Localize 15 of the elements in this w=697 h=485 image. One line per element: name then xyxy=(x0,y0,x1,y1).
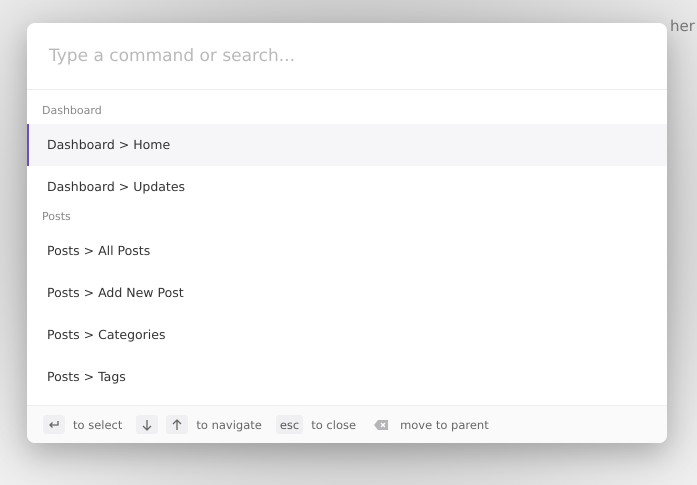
command-item[interactable]: Posts > Tags xyxy=(27,356,667,398)
command-item[interactable]: Posts > Add New Post xyxy=(27,272,667,314)
hint-text: move to parent xyxy=(400,418,489,432)
background-text: her xyxy=(670,17,695,35)
command-item[interactable]: Dashboard > Home xyxy=(27,124,667,166)
hint-text: to navigate xyxy=(196,418,262,432)
group-heading: Posts xyxy=(41,209,72,225)
enter-key-icon xyxy=(43,415,65,434)
key-hint: esc xyxy=(276,415,304,434)
command-item[interactable]: Posts > Categories xyxy=(27,314,667,356)
hint-text: to close xyxy=(311,418,356,432)
hint-text: to select xyxy=(73,418,122,432)
group-heading: Dashboard xyxy=(41,103,103,119)
command-item[interactable]: Dashboard > Updates xyxy=(27,166,667,208)
command-item[interactable]: Posts > All Posts xyxy=(27,230,667,272)
